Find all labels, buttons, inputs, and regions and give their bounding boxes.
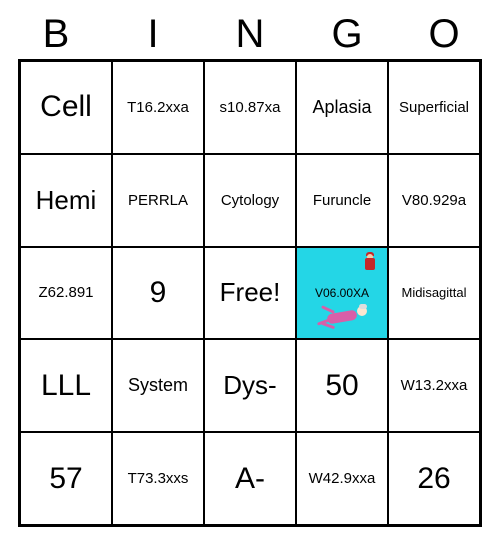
cell-label: Hemi — [36, 185, 97, 216]
bingo-cell[interactable]: Dys- — [204, 339, 296, 432]
cell-label: System — [128, 375, 188, 396]
bingo-cell[interactable]: Cell — [20, 61, 112, 154]
cell-label: V06.00XA — [315, 286, 369, 300]
bingo-cell[interactable]: 57 — [20, 432, 112, 525]
bingo-cell[interactable]: Furuncle — [296, 154, 388, 247]
cell-label: Midisagittal — [401, 285, 466, 300]
cell-label: T73.3xxs — [128, 470, 189, 487]
header-N: N — [220, 12, 280, 57]
bingo-cell[interactable]: Midisagittal — [388, 247, 480, 340]
bingo-cell[interactable]: Z62.891 — [20, 247, 112, 340]
cell-label: Furuncle — [313, 192, 371, 209]
bingo-cell[interactable]: s10.87xa — [204, 61, 296, 154]
header-I: I — [123, 12, 183, 57]
cell-label: A- — [235, 462, 265, 496]
bingo-cell[interactable]: Hemi — [20, 154, 112, 247]
cell-label: 57 — [49, 462, 82, 496]
bingo-cell[interactable]: 26 — [388, 432, 480, 525]
cell-label: T16.2xxa — [127, 99, 189, 116]
cell-label: Cytology — [221, 192, 279, 209]
cell-label: Cell — [40, 90, 92, 124]
santa-icon — [359, 254, 381, 276]
grandma-runover-image: V06.00XA — [297, 248, 387, 339]
cell-label: 26 — [417, 462, 450, 496]
cell-label: Free! — [220, 277, 281, 308]
cell-label: LLL — [41, 369, 91, 403]
bingo-cell[interactable]: PERRLA — [112, 154, 204, 247]
bingo-cell[interactable]: V80.929a — [388, 154, 480, 247]
bingo-cell[interactable]: Cytology — [204, 154, 296, 247]
bingo-cell[interactable]: 50 — [296, 339, 388, 432]
bingo-cell[interactable]: Aplasia — [296, 61, 388, 154]
bingo-cell[interactable]: T16.2xxa — [112, 61, 204, 154]
bingo-cell[interactable]: W42.9xxa — [296, 432, 388, 525]
cell-label: PERRLA — [128, 192, 188, 209]
header-G: G — [317, 12, 377, 57]
bingo-cell[interactable]: Free! — [204, 247, 296, 340]
person-icon — [307, 304, 377, 334]
bingo-cell[interactable]: Superficial — [388, 61, 480, 154]
bingo-card: B I N G O Cell T16.2xxa s10.87xa Aplasia Sup… — [0, 0, 500, 545]
header-O: O — [414, 12, 474, 57]
header-B: B — [26, 12, 86, 57]
cell-label: Superficial — [399, 99, 469, 116]
bingo-grid: Cell T16.2xxa s10.87xa Aplasia Superficial He… — [18, 59, 482, 527]
cell-label: W13.2xxa — [401, 377, 468, 394]
bingo-cell[interactable]: W13.2xxa — [388, 339, 480, 432]
cell-label: Z62.891 — [38, 284, 93, 301]
cell-label: 9 — [150, 276, 167, 310]
bingo-cell[interactable]: LLL — [20, 339, 112, 432]
bingo-cell[interactable]: System — [112, 339, 204, 432]
bingo-header: B I N G O — [18, 12, 482, 59]
cell-label: V80.929a — [402, 192, 466, 209]
cell-label: 50 — [325, 369, 358, 403]
bingo-cell[interactable]: T73.3xxs — [112, 432, 204, 525]
bingo-cell[interactable]: A- — [204, 432, 296, 525]
cell-label: Aplasia — [312, 97, 371, 118]
bingo-cell[interactable]: 9 — [112, 247, 204, 340]
cell-label: s10.87xa — [220, 99, 281, 116]
bingo-cell[interactable]: V06.00XA — [296, 247, 388, 340]
cell-label: Dys- — [223, 370, 276, 401]
cell-label: W42.9xxa — [309, 470, 376, 487]
